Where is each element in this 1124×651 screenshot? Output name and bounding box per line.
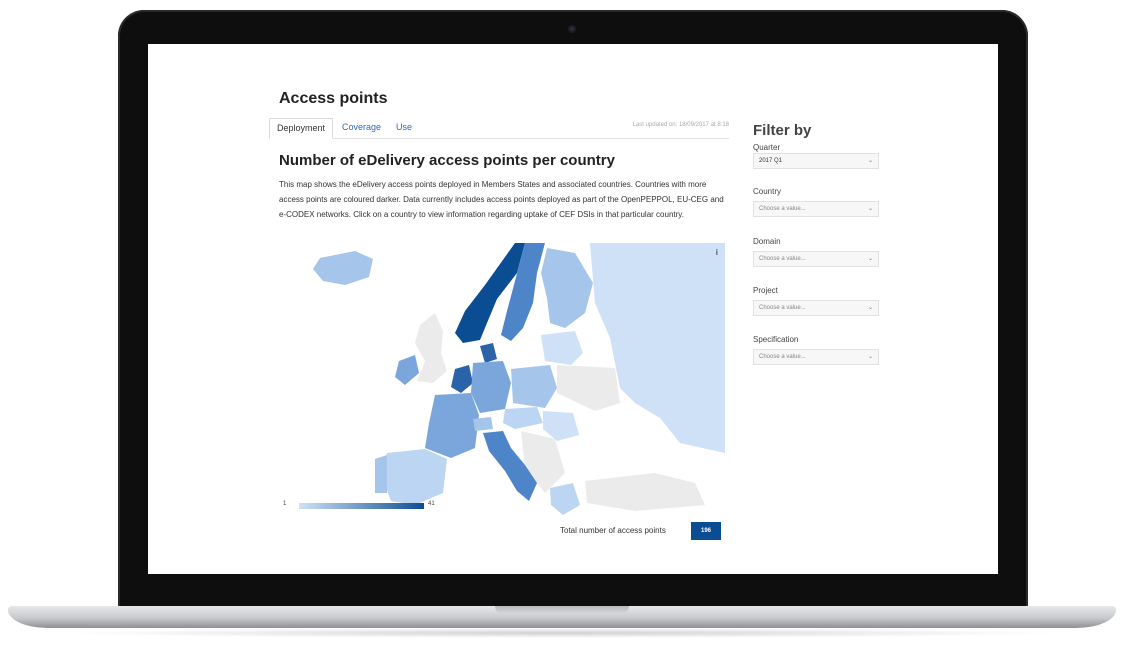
country-romania[interactable] <box>543 411 579 441</box>
tab-deployment[interactable]: Deployment <box>269 118 334 139</box>
map-legend: 1 41 <box>283 501 443 511</box>
map-description: This map shows the eDelivery access poin… <box>279 180 724 219</box>
filter-label-project: Project <box>753 286 778 295</box>
total-label: Total number of access points <box>560 526 666 535</box>
country-iceland[interactable] <box>313 251 373 285</box>
tab-use[interactable]: Use <box>389 118 419 137</box>
filter-title: Filter by <box>753 122 812 139</box>
country-poland[interactable] <box>511 365 557 408</box>
country-denmark[interactable] <box>480 343 497 363</box>
country-netherlands[interactable] <box>451 365 473 393</box>
laptop-mockup: Access points Deployment Coverage Use La… <box>0 0 1124 651</box>
country-turkey[interactable] <box>585 473 705 511</box>
project-select[interactable]: Choose a value... ⌄ <box>753 300 879 316</box>
country-austria[interactable] <box>503 407 543 429</box>
total-badge: 196 <box>691 522 721 540</box>
chevron-down-icon: ⌄ <box>867 206 873 212</box>
camera-icon <box>568 25 576 33</box>
domain-select-value: Choose a value... <box>759 256 806 262</box>
filter-label-specification: Specification <box>753 335 799 344</box>
legend-min: 1 <box>283 501 287 507</box>
legend-gradient <box>299 503 424 509</box>
page-title: Access points <box>279 90 388 107</box>
country-uk[interactable] <box>415 313 447 383</box>
tab-coverage[interactable]: Coverage <box>335 118 388 137</box>
quarter-select-value: 2017 Q1 <box>759 158 783 164</box>
project-select-value: Choose a value... <box>759 305 806 311</box>
country-ukraine[interactable] <box>557 365 620 411</box>
country-select[interactable]: Choose a value... ⌄ <box>753 201 879 217</box>
laptop-base-notch <box>495 606 629 614</box>
country-portugal[interactable] <box>375 455 387 493</box>
country-russia[interactable] <box>590 243 725 453</box>
country-germany[interactable] <box>471 361 511 413</box>
domain-select[interactable]: Choose a value... ⌄ <box>753 251 879 267</box>
info-icon[interactable]: i <box>716 248 718 257</box>
chevron-down-icon: ⌄ <box>867 354 873 360</box>
filter-label-country: Country <box>753 187 782 196</box>
map-heading: Number of eDelivery access points per co… <box>279 152 615 169</box>
laptop-shadow <box>60 628 1064 638</box>
screen: Access points Deployment Coverage Use La… <box>148 44 998 574</box>
country-baltics[interactable] <box>541 331 583 365</box>
specification-select-value: Choose a value... <box>759 354 806 360</box>
chevron-down-icon: ⌄ <box>867 256 873 262</box>
country-ireland[interactable] <box>395 355 419 385</box>
last-updated: Last updated on: 18/09/2017 at 8:18 <box>632 122 729 128</box>
country-greece[interactable] <box>550 483 580 515</box>
chevron-down-icon: ⌄ <box>867 305 873 311</box>
chevron-down-icon: ⌄ <box>867 158 873 164</box>
country-switzerland[interactable] <box>473 417 493 431</box>
country-france[interactable] <box>425 393 479 458</box>
filter-label-domain: Domain <box>753 237 781 246</box>
specification-select[interactable]: Choose a value... ⌄ <box>753 349 879 365</box>
map-svg <box>313 243 725 515</box>
country-select-value: Choose a value... <box>759 206 806 212</box>
europe-map[interactable]: i 1 41 <box>275 243 725 518</box>
tab-bar: Deployment Coverage Use Last updated on:… <box>269 118 729 139</box>
legend-max: 41 <box>428 501 435 507</box>
quarter-select[interactable]: 2017 Q1 ⌄ <box>753 153 879 169</box>
country-finland[interactable] <box>541 248 593 328</box>
country-spain[interactable] <box>381 449 447 505</box>
filter-label-quarter: Quarter <box>753 143 781 152</box>
